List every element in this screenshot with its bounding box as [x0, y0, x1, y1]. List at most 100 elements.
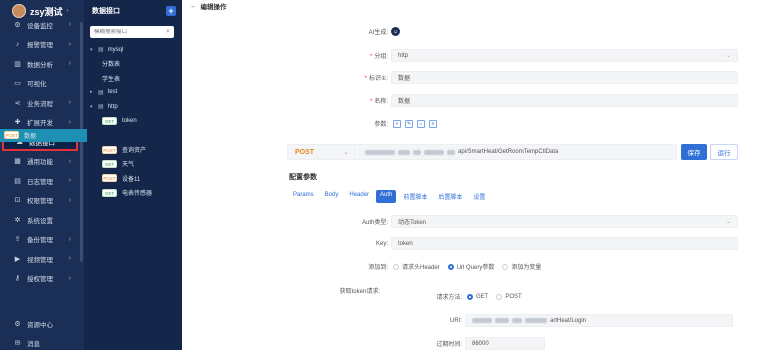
backup-icon: ⇪ — [14, 236, 21, 243]
chevron-right-icon: › — [68, 177, 71, 184]
tree-node[interactable]: GET token — [84, 115, 182, 128]
resource-icon: ⚙ — [14, 320, 21, 328]
tree-node[interactable]: GET 天气 — [84, 157, 182, 170]
api-search-box[interactable]: ⌕ — [90, 26, 174, 38]
tab-5[interactable]: 后置脚本 — [434, 190, 466, 203]
radio-option[interactable]: GET — [467, 293, 489, 300]
radio-dot — [447, 263, 454, 270]
sidebar-item-4[interactable]: ⋖ 业务流程 › — [0, 93, 84, 112]
sidebar-item-1[interactable]: ♪ 报警管理 › — [0, 35, 84, 54]
tree-node[interactable]: ▾ ▤ http — [84, 100, 182, 113]
caret-down-icon[interactable]: ▾ — [90, 104, 98, 110]
group-select[interactable]: http ⌄ — [391, 49, 738, 62]
tab-6[interactable]: 设置 — [469, 190, 489, 203]
list-param-icon[interactable]: ≡ — [429, 119, 437, 128]
sidebar-item-label: 业务流程 — [27, 100, 53, 108]
tab-4[interactable]: 前置脚本 — [399, 190, 431, 203]
auth-type-select[interactable]: 动态Token ⌄ — [391, 215, 738, 228]
radio-option[interactable]: 添加为变量 — [502, 262, 541, 271]
video-icon: ▶ — [14, 255, 21, 263]
run-button[interactable]: 运行 — [710, 144, 738, 160]
add-api-button[interactable]: + — [166, 6, 176, 16]
sidebar-item-8[interactable]: ▤ 日志管理 › — [0, 171, 84, 190]
home-param-icon[interactable]: ⌂ — [417, 119, 425, 128]
puzzle-icon: ✚ — [14, 119, 21, 126]
radio-dot — [467, 293, 473, 300]
back-arrow-icon[interactable]: ← — [190, 3, 197, 10]
name-row: * 名称: 数据 — [342, 94, 738, 107]
sidebar-item-label: 设备监控 — [27, 22, 53, 30]
tab-3[interactable]: Auth — [376, 190, 397, 203]
radio-option[interactable]: Url Query参数 — [447, 262, 494, 271]
caret-right-icon[interactable]: ▸ — [90, 89, 98, 95]
tree-node-label: http — [107, 103, 118, 110]
ai-generate-row: AI生成: ☺ — [342, 27, 400, 36]
auth-type-value: 动态Token — [398, 220, 427, 226]
uri-row: URI: artHeat/Login — [422, 314, 733, 327]
tree-node[interactable]: GET 电表传感器 — [84, 186, 182, 199]
uri-field[interactable]: artHeat/Login — [465, 314, 733, 327]
tree-node[interactable]: POST 查询资产 — [84, 143, 182, 156]
expire-row: 过期时间: 86000 — [422, 337, 545, 350]
radio-option[interactable]: POST — [496, 293, 522, 300]
tab-0[interactable]: Params — [289, 190, 318, 203]
caret-down-icon[interactable]: ▾ — [90, 47, 98, 53]
sidebar-item-7[interactable]: ▦ 通用功能 › — [0, 152, 84, 171]
config-section-title: 配置参数 — [289, 174, 317, 181]
breadcrumb: ← 编辑操作 — [182, 0, 760, 12]
chevron-right-icon: › — [68, 99, 71, 106]
url-input[interactable]: api/SmartHeat/GetRoomTempCtlData — [355, 144, 677, 160]
search-icon[interactable]: ⌕ — [166, 28, 170, 36]
tree-node[interactable]: ▾ ▤ mysql — [84, 43, 182, 56]
ai-robot-icon[interactable]: ☺ — [391, 27, 400, 36]
method-badge: POST — [4, 131, 19, 140]
key-label: Key: — [375, 240, 388, 247]
gear-icon: ⚙ — [14, 21, 21, 29]
method-select[interactable]: POST ⌄ — [287, 144, 355, 160]
sidebar-item-9[interactable]: ⊡ 权限管理 › — [0, 191, 84, 210]
tree-node[interactable]: 学生表 — [84, 72, 182, 85]
tree-node-label: 数据 — [24, 133, 37, 140]
sidebar-item-messages[interactable]: ✉ 消息 — [0, 333, 84, 350]
lock-icon: ⊡ — [14, 197, 21, 204]
add-param-icon[interactable]: + — [393, 119, 401, 128]
tree-node[interactable]: 分数表 — [84, 57, 182, 70]
radio-label: GET — [476, 293, 489, 300]
tree-node-label: 分数表 — [102, 62, 121, 69]
edit-param-icon[interactable]: ✎ — [405, 119, 413, 128]
tab-1[interactable]: Body — [321, 190, 343, 203]
add-to-label: 添加到: — [368, 265, 388, 271]
sidebar-item-0[interactable]: ⚙ 设备监控 › — [0, 15, 84, 34]
chevron-right-icon: › — [68, 118, 71, 126]
radio-label: 添加为变量 — [511, 265, 542, 271]
sidebar-item-3[interactable]: ▭ 可视化 — [0, 74, 84, 93]
sidebar-item-11[interactable]: ⇪ 备份管理 › — [0, 230, 84, 249]
sidebar-item-label: 日志管理 — [27, 178, 53, 186]
sidebar-item-13[interactable]: ⚷ 授权管理 › — [0, 269, 84, 288]
chevron-right-icon: › — [68, 255, 71, 262]
sidebar-item-resource-center[interactable]: ⚙ 资源中心 — [0, 314, 84, 333]
sidebar-item-12[interactable]: ▶ 视频管理 › — [0, 249, 84, 268]
tree-node[interactable]: POST 设备11 — [84, 172, 182, 185]
tree-node[interactable]: ▸ ▤ test — [84, 86, 182, 99]
redacted-host — [365, 149, 395, 155]
expire-field[interactable]: 86000 — [465, 337, 545, 350]
key-field[interactable]: token — [391, 237, 738, 250]
api-search-input[interactable] — [94, 29, 164, 35]
folder-icon: ▤ — [98, 89, 104, 96]
sidebar-item-10[interactable]: ✲ 系统设置 — [0, 210, 84, 229]
radio-option[interactable]: 请求头Header — [393, 262, 440, 271]
sidebar-item-2[interactable]: ▥ 数据分析 › — [0, 54, 84, 73]
tree-node-label: 设备11 — [122, 176, 141, 183]
req-method-label: 请求方法: — [436, 295, 462, 301]
tree-node[interactable]: POST 数据 — [0, 128, 87, 142]
save-button[interactable]: 保存 — [681, 144, 707, 160]
ident-row: * 标识①: 数据 — [342, 71, 738, 84]
params-label: 参数: — [374, 122, 388, 128]
grid-icon: ▦ — [14, 158, 21, 165]
sidebar-item-label: 系统设置 — [27, 217, 53, 225]
tab-2[interactable]: Header — [345, 190, 373, 203]
sidebar-item-label: 授权管理 — [27, 276, 53, 283]
ident-field[interactable]: 数据 — [391, 71, 738, 84]
name-field[interactable]: 数据 — [391, 94, 738, 107]
